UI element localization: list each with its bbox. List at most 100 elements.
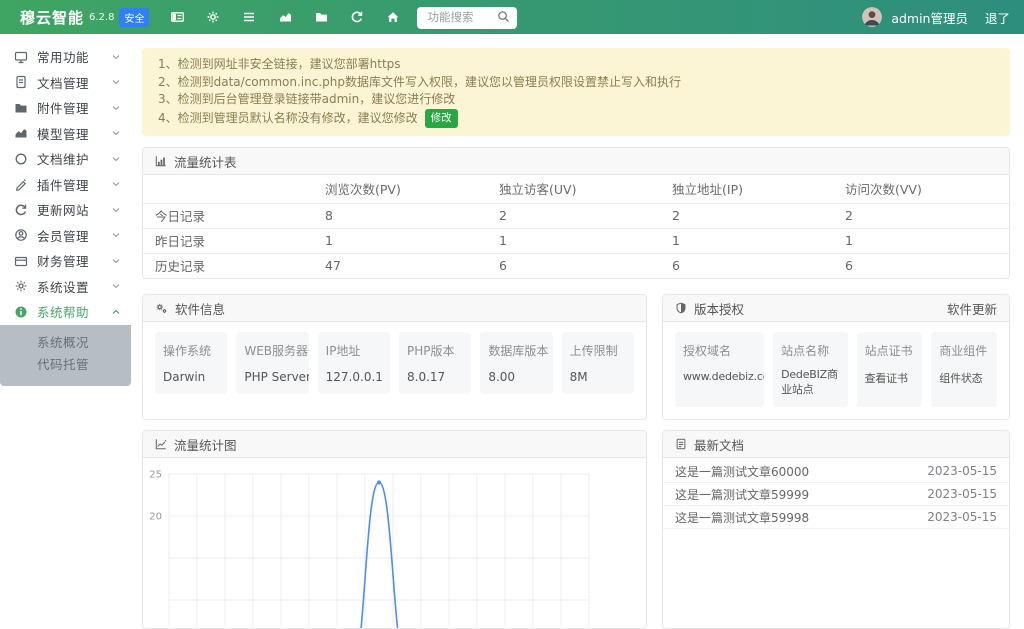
home-icon[interactable] xyxy=(381,6,405,28)
cell: 2 xyxy=(660,203,833,228)
cell: 1 xyxy=(487,228,660,253)
license-box-sitename: 站点名称 DedeBIZ商业站点 xyxy=(773,332,847,407)
row-label: 今日记录 xyxy=(143,203,313,228)
logout-link[interactable]: 退了 xyxy=(985,8,1010,27)
sidebar-item-system-settings[interactable]: 系统设置 xyxy=(0,274,131,300)
column-header-pv: 浏览次数(PV) xyxy=(313,175,487,203)
info-label: 站点名称 xyxy=(781,342,839,359)
wallet-icon xyxy=(14,254,28,268)
document-icon xyxy=(675,438,687,450)
cell: 8 xyxy=(313,203,487,228)
column-header-ip: 独立地址(IP) xyxy=(660,175,833,203)
info-box-php: PHP版本 8.0.17 xyxy=(399,332,471,394)
card-title: 最新文档 xyxy=(694,435,744,454)
cell: 1 xyxy=(660,228,833,253)
info-value: 8M xyxy=(570,370,626,384)
chevron-down-icon xyxy=(112,282,120,290)
chart-area: 2520 xyxy=(143,458,646,628)
info-box-upload: 上传限制 8M xyxy=(562,332,634,394)
sidebar-item-document-management[interactable]: 文档管理 xyxy=(0,70,131,96)
alert-line: 1、检测到网址非安全链接，建议您部署https xyxy=(158,56,994,74)
search xyxy=(417,6,517,29)
column-header-empty xyxy=(143,175,313,203)
security-badge[interactable]: 安全 xyxy=(119,8,149,27)
traffic-stats-table: 浏览次数(PV) 独立访客(UV) 独立地址(IP) 访问次数(VV) 今日记录… xyxy=(143,175,1009,278)
sidebar-item-attachment-management[interactable]: 附件管理 xyxy=(0,95,131,121)
brand-name: 穆云智能 xyxy=(20,7,84,28)
row-label: 昨日记录 xyxy=(143,228,313,253)
sidebar-item-label: 模型管理 xyxy=(37,124,112,143)
user-icon xyxy=(14,228,28,242)
traffic-line-chart: 2520 xyxy=(143,458,646,628)
doc-title-link[interactable]: 这是一篇测试文章59999 xyxy=(675,486,809,503)
sidebar-subitem-code-hosting[interactable]: 代码托管 xyxy=(0,354,131,377)
avatar[interactable] xyxy=(862,7,882,27)
sidebar-item-label: 财务管理 xyxy=(37,251,112,270)
cell: 1 xyxy=(833,228,1009,253)
traffic-chart-card: 流量统计图 2520 xyxy=(142,430,647,629)
sidebar-item-label: 文档管理 xyxy=(37,73,112,92)
menu-icon[interactable] xyxy=(237,6,261,28)
svg-text:25: 25 xyxy=(149,470,162,481)
folder-icon[interactable] xyxy=(309,6,333,28)
info-label: 操作系统 xyxy=(163,342,219,359)
info-icon xyxy=(14,305,28,319)
view-certificate-link[interactable]: 查看证书 xyxy=(865,370,915,386)
sidebar-item-document-maintenance[interactable]: 文档维护 xyxy=(0,146,131,172)
component-status-link[interactable]: 组件状态 xyxy=(939,370,989,386)
sidebar-item-common-functions[interactable]: 常用功能 xyxy=(0,44,131,70)
doc-title-link[interactable]: 这是一篇测试文章60000 xyxy=(675,463,809,480)
card-header: 流量统计表 xyxy=(143,148,1009,175)
sidebar-submenu: 系统概况 代码托管 xyxy=(0,325,131,386)
panel-toggle-icon[interactable] xyxy=(165,6,189,28)
chevron-down-icon xyxy=(112,104,120,112)
sidebar-item-label: 更新网站 xyxy=(37,200,112,219)
refresh-icon[interactable] xyxy=(345,6,369,28)
sidebar-item-label: 插件管理 xyxy=(37,175,112,194)
chevron-down-icon xyxy=(112,129,120,137)
shield-icon xyxy=(675,302,687,314)
sidebar-item-update-site[interactable]: 更新网站 xyxy=(0,197,131,223)
software-info-card: 软件信息 操作系统 Darwin WEB服务器 PHP Server IP地址 … xyxy=(142,294,647,420)
circle-icon xyxy=(14,152,28,166)
software-update-link[interactable]: 软件更新 xyxy=(947,299,997,318)
cell: 47 xyxy=(313,253,487,278)
pen-icon xyxy=(14,177,28,191)
doc-title-link[interactable]: 这是一篇测试文章59998 xyxy=(675,509,809,526)
info-value: PHP Server xyxy=(244,370,300,384)
search-icon[interactable] xyxy=(497,10,510,23)
sidebar-item-label: 文档维护 xyxy=(37,149,112,168)
gear-icon[interactable] xyxy=(201,6,225,28)
info-label: WEB服务器 xyxy=(244,342,300,359)
chevron-down-icon xyxy=(112,155,120,163)
info-value: www.dedebiz.com xyxy=(683,370,756,383)
sidebar-item-member-management[interactable]: 会员管理 xyxy=(0,223,131,249)
chart-icon[interactable] xyxy=(273,6,297,28)
chevron-down-icon xyxy=(112,231,120,239)
sidebar-item-plugin-management[interactable]: 插件管理 xyxy=(0,172,131,198)
fix-badge[interactable]: 修改 xyxy=(425,109,458,129)
docs-list: 这是一篇测试文章60000 2023-05-15 这是一篇测试文章59999 2… xyxy=(663,458,1009,529)
info-value: Darwin xyxy=(163,370,219,384)
sidebar-item-model-management[interactable]: 模型管理 xyxy=(0,121,131,147)
card-header: 流量统计图 xyxy=(143,431,646,458)
info-value: 8.00 xyxy=(488,370,544,384)
user-name[interactable]: admin管理员 xyxy=(891,8,968,27)
sidebar-subitem-system-overview[interactable]: 系统概况 xyxy=(0,332,131,355)
sidebar-item-system-help[interactable]: 系统帮助 xyxy=(0,299,131,325)
info-box-os: 操作系统 Darwin xyxy=(155,332,227,394)
info-value: 8.0.17 xyxy=(407,370,463,384)
table-row: 历史记录 47 6 6 6 xyxy=(143,253,1009,278)
info-box-webserver: WEB服务器 PHP Server xyxy=(236,332,308,394)
area-chart-icon xyxy=(14,126,28,140)
card-title: 流量统计表 xyxy=(174,152,237,171)
license-box-components: 商业组件 组件状态 xyxy=(931,332,997,407)
doc-date: 2023-05-15 xyxy=(927,464,997,478)
info-label: 站点证书 xyxy=(865,342,915,359)
column-header-vv: 访问次数(VV) xyxy=(833,175,1009,203)
list-item: 这是一篇测试文章60000 2023-05-15 xyxy=(663,460,1009,483)
sidebar-item-label: 系统帮助 xyxy=(37,302,112,321)
info-label: 上传限制 xyxy=(570,342,626,359)
cell: 6 xyxy=(487,253,660,278)
sidebar-item-finance-management[interactable]: 财务管理 xyxy=(0,248,131,274)
